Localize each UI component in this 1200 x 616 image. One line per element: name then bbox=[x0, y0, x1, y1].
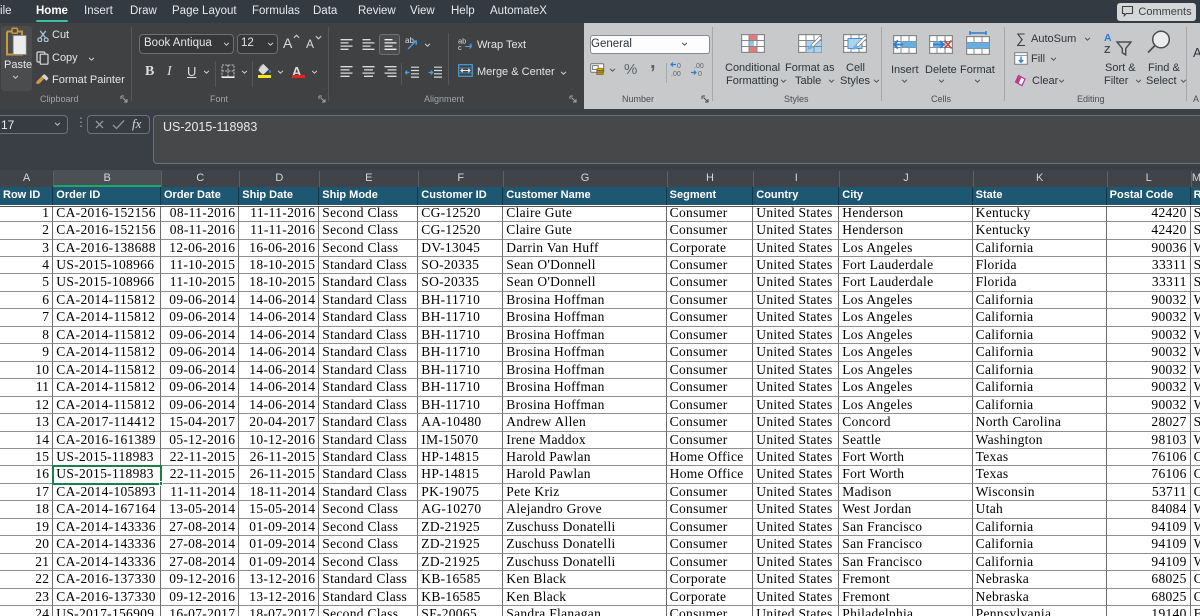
svg-text:A: A bbox=[1104, 32, 1112, 44]
svg-text:.00: .00 bbox=[694, 63, 704, 70]
svg-text:0: 0 bbox=[698, 71, 702, 78]
svg-text:.00: .00 bbox=[671, 71, 681, 78]
svg-text:Z: Z bbox=[1104, 44, 1111, 56]
svg-text:0: 0 bbox=[677, 63, 681, 70]
svg-text:c: c bbox=[458, 43, 462, 50]
